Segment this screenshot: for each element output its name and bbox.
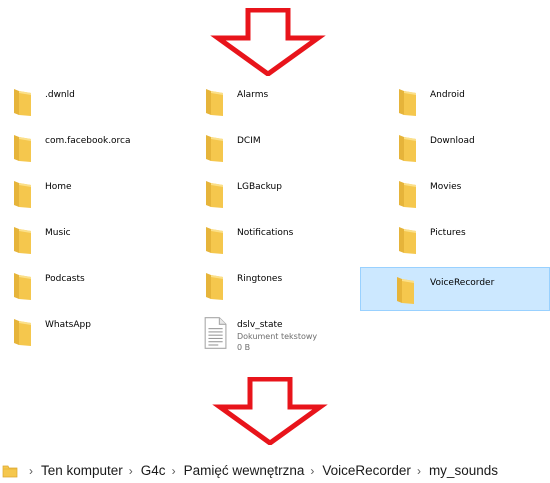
folder-item-pictures[interactable]: Pictures: [389, 217, 549, 261]
item-label: DCIM: [237, 136, 261, 146]
folder-icon: [2, 465, 18, 477]
item-label: LGBackup: [237, 182, 282, 192]
folder-icon: [206, 89, 223, 116]
chevron-right-icon[interactable]: ›: [172, 464, 176, 478]
file-size: 0 B: [237, 343, 251, 352]
file-name: dslv_state: [237, 320, 283, 330]
chevron-right-icon[interactable]: ›: [310, 464, 314, 478]
item-label: Movies: [430, 182, 462, 192]
item-label: Download: [430, 136, 475, 146]
folder-item-ringtones[interactable]: Ringtones: [196, 263, 358, 307]
folder-icon: [206, 227, 223, 254]
item-label: Music: [45, 228, 71, 238]
chevron-right-icon[interactable]: ›: [129, 464, 133, 478]
folder-icon: [399, 89, 416, 116]
breadcrumb-item-my-sounds[interactable]: my_sounds: [429, 463, 498, 478]
breadcrumb: › Ten komputer › G4c › Pamięć wewnętrzna…: [0, 458, 550, 483]
breadcrumb-item-voicerecorder[interactable]: VoiceRecorder: [322, 463, 411, 478]
folder-icon: [14, 319, 31, 346]
folder-item-dwnld[interactable]: .dwnld: [4, 79, 192, 123]
item-label: Home: [45, 182, 72, 192]
folder-item-download[interactable]: Download: [389, 125, 549, 169]
breadcrumb-item-g4c[interactable]: G4c: [141, 463, 166, 478]
file-item-dslv-state[interactable]: dslv_state Dokument tekstowy 0 B: [196, 309, 358, 359]
folder-icon: [399, 227, 416, 254]
down-arrow-icon: [210, 8, 326, 76]
folder-icon: [397, 277, 414, 304]
folder-icon: [399, 135, 416, 162]
folder-item-voicerecorder[interactable]: VoiceRecorder: [360, 267, 550, 311]
folder-icon: [14, 89, 31, 116]
item-label: Pictures: [430, 228, 466, 238]
folder-item-alarms[interactable]: Alarms: [196, 79, 358, 123]
item-label: Podcasts: [45, 274, 85, 284]
file-type: Dokument tekstowy: [237, 332, 318, 341]
item-label: Alarms: [237, 90, 269, 100]
breadcrumb-item-ten-komputer[interactable]: Ten komputer: [41, 463, 123, 478]
down-arrow-icon: [212, 377, 328, 445]
item-label: WhatsApp: [45, 320, 91, 330]
folder-item-notifications[interactable]: Notifications: [196, 217, 358, 261]
folder-icon: [206, 135, 223, 162]
folder-icon: [14, 181, 31, 208]
folder-icon: [14, 135, 31, 162]
folder-icon: [14, 227, 31, 254]
folder-item-home[interactable]: Home: [4, 171, 192, 215]
chevron-right-icon[interactable]: ›: [29, 464, 33, 478]
folder-item-music[interactable]: Music: [4, 217, 192, 261]
text-document-icon: [204, 317, 227, 349]
item-label: Ringtones: [237, 274, 283, 284]
folder-item-podcasts[interactable]: Podcasts: [4, 263, 192, 307]
folder-item-dcim[interactable]: DCIM: [196, 125, 358, 169]
folder-item-movies[interactable]: Movies: [389, 171, 549, 215]
folder-icon: [206, 273, 223, 300]
folder-icon: [399, 181, 416, 208]
item-label: .dwnld: [45, 90, 75, 100]
file-grid: .dwnld Alarms Android com.facebook.orca: [0, 79, 550, 369]
chevron-right-icon[interactable]: ›: [417, 464, 421, 478]
folder-item-com-facebook-orca[interactable]: com.facebook.orca: [4, 125, 192, 169]
folder-item-whatsapp[interactable]: WhatsApp: [4, 309, 192, 353]
item-label: VoiceRecorder: [430, 278, 495, 288]
breadcrumb-item-pamiec-wewnetrzna[interactable]: Pamięć wewnętrzna: [184, 463, 305, 478]
folder-icon: [14, 273, 31, 300]
folder-item-lgbackup[interactable]: LGBackup: [196, 171, 358, 215]
item-label: Android: [430, 90, 465, 100]
folder-icon: [206, 181, 223, 208]
folder-item-android[interactable]: Android: [389, 79, 549, 123]
item-label: com.facebook.orca: [45, 136, 131, 146]
item-label: Notifications: [237, 228, 294, 238]
